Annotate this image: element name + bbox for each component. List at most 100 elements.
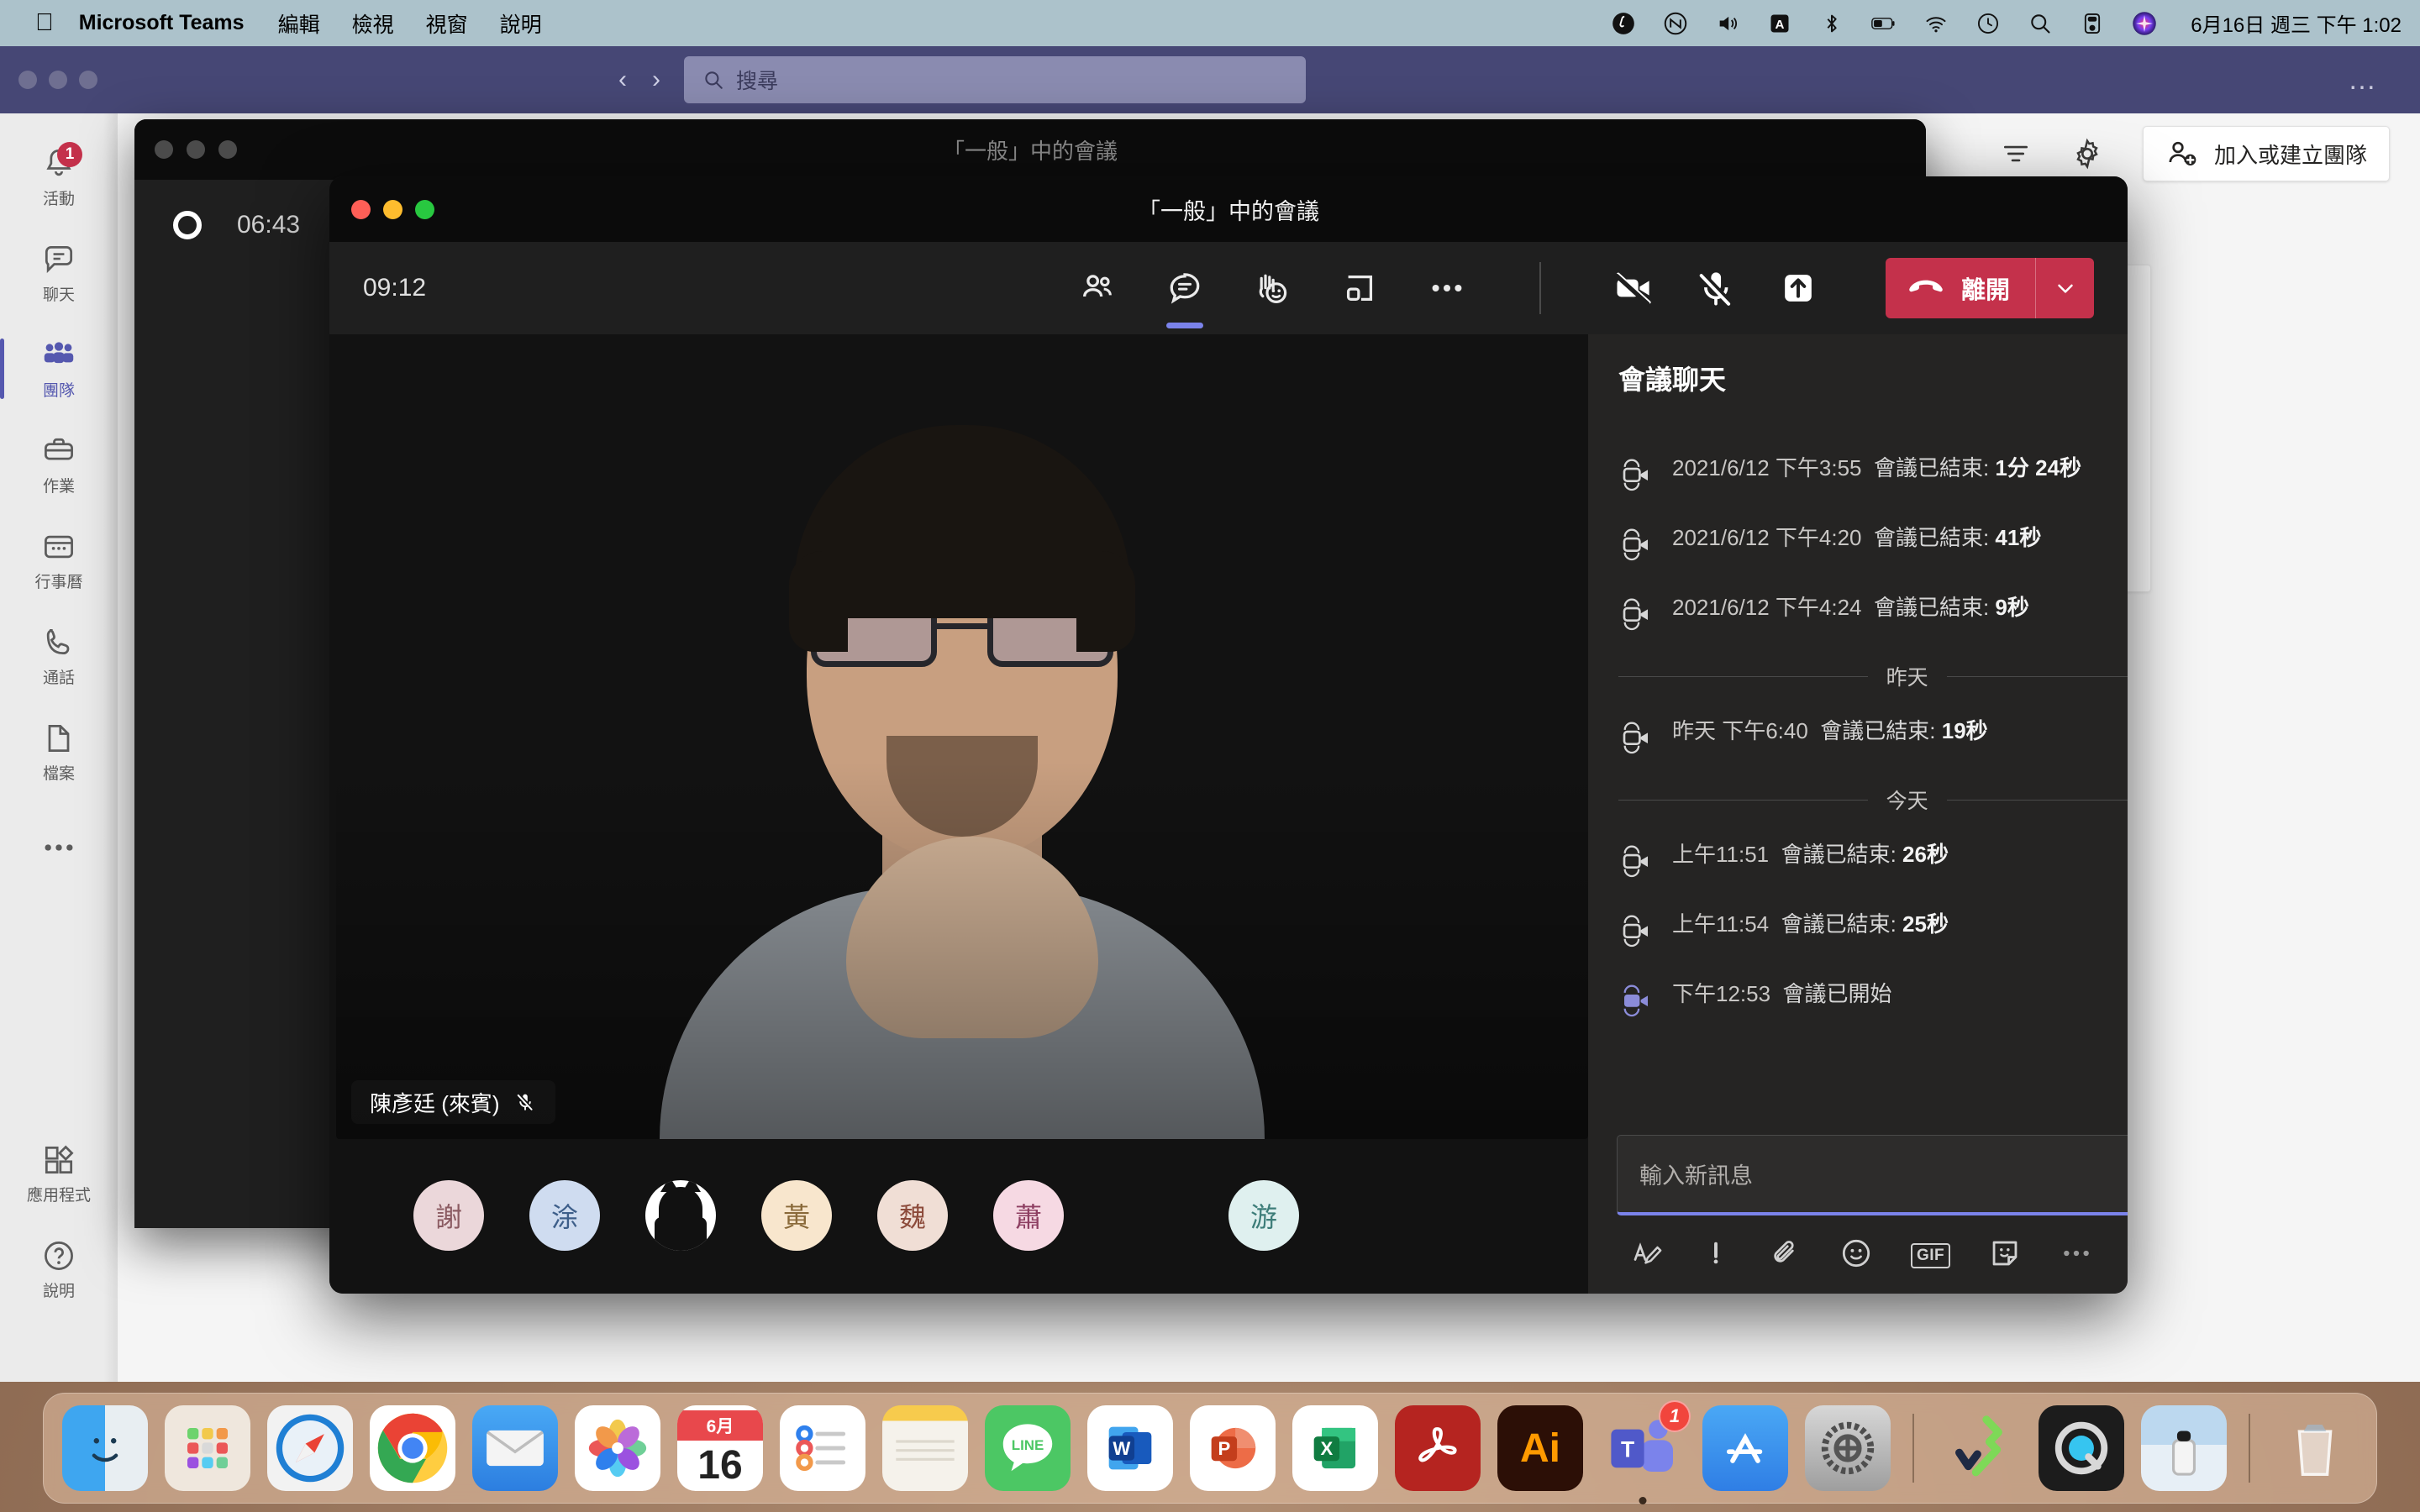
dock-item-trash[interactable] — [2272, 1405, 2358, 1491]
sidebar-label-apps: 應用程式 — [26, 1187, 91, 1205]
teams-dock-badge: 1 — [1659, 1400, 1691, 1432]
wifi-icon[interactable] — [1923, 11, 1949, 36]
breakout-rooms-button[interactable] — [1336, 265, 1383, 312]
roster-avatar[interactable]: 涂 — [529, 1180, 600, 1251]
show-participants-button[interactable] — [1074, 265, 1121, 312]
time-machine-icon[interactable] — [1975, 11, 2001, 36]
evernote-icon[interactable] — [1611, 11, 1636, 36]
composer-more-icon[interactable] — [2060, 1247, 2093, 1263]
more-actions-button[interactable] — [1423, 265, 1470, 312]
dock-item-appstore[interactable] — [1702, 1405, 1788, 1491]
input-source-icon[interactable]: A — [1767, 11, 1792, 36]
volume-icon[interactable] — [1715, 11, 1740, 36]
attach-icon[interactable] — [1768, 1236, 1802, 1274]
sidebar-item-apps[interactable]: 應用程式 — [0, 1131, 118, 1215]
apple-logo-icon[interactable]:  — [35, 11, 54, 35]
emoji-icon[interactable] — [1839, 1236, 1874, 1275]
sticker-icon[interactable] — [1987, 1236, 2023, 1275]
teams-window-traffic-lights[interactable] — [18, 71, 97, 89]
leave-options-button[interactable] — [2035, 258, 2094, 318]
dock-item-powerpoint[interactable]: P — [1190, 1405, 1276, 1491]
dock-item-preview[interactable] — [2141, 1405, 2227, 1491]
sidebar-item-files[interactable]: 檔案 — [0, 710, 118, 794]
svg-text:P: P — [1218, 1438, 1230, 1459]
show-chat-button[interactable] — [1161, 265, 1208, 328]
nav-back-icon[interactable]: ‹ — [618, 66, 627, 94]
minimize-button[interactable] — [49, 71, 67, 89]
dock-item-notes[interactable] — [882, 1405, 968, 1491]
dock-item-sketch[interactable] — [1936, 1405, 2022, 1491]
menubar-item-edit[interactable]: 編輯 — [278, 8, 320, 39]
dock-item-safari[interactable] — [267, 1405, 353, 1491]
spotlight-icon[interactable] — [2028, 11, 2053, 36]
important-icon[interactable] — [1701, 1236, 1731, 1274]
maximize-button[interactable] — [79, 71, 97, 89]
search-input[interactable]: 搜尋 — [684, 56, 1306, 103]
sidebar-item-calls[interactable]: 通話 — [0, 614, 118, 698]
menubar-item-view[interactable]: 檢視 — [352, 8, 394, 39]
sidebar-item-assignments[interactable]: 作業 — [0, 423, 118, 507]
roster-avatar[interactable]: 游 — [1228, 1180, 1299, 1251]
dock-item-reminders[interactable] — [780, 1405, 865, 1491]
menubar-item-window[interactable]: 視窗 — [426, 8, 468, 39]
dock-item-system-preferences[interactable] — [1805, 1405, 1891, 1491]
roster-avatar-photo[interactable] — [645, 1180, 716, 1251]
control-center-icon[interactable] — [2080, 11, 2105, 36]
nordvpn-icon[interactable] — [1663, 11, 1688, 36]
dock-item-quicktime[interactable] — [2039, 1405, 2124, 1491]
camera-toggle-button[interactable] — [1610, 265, 1657, 312]
dock-item-chrome[interactable] — [370, 1405, 455, 1491]
dock-item-acrobat[interactable] — [1395, 1405, 1481, 1491]
dock-item-photos[interactable] — [575, 1405, 660, 1491]
sidebar-item-help[interactable]: 說明 — [0, 1227, 118, 1311]
sidebar-item-calendar[interactable]: 行事曆 — [0, 518, 118, 602]
filter-icon[interactable] — [2000, 138, 2032, 170]
share-screen-button[interactable] — [1775, 265, 1822, 312]
dock-item-illustrator[interactable]: Ai — [1497, 1405, 1583, 1491]
join-or-create-team-button[interactable]: 加入或建立團隊 — [2142, 126, 2390, 181]
roster-avatar[interactable]: 謝 — [413, 1180, 484, 1251]
leave-meeting-button[interactable]: 離開 — [1885, 258, 2094, 318]
dock-item-finder[interactable] — [62, 1405, 148, 1491]
dock-item-teams[interactable]: T 1 — [1600, 1400, 1691, 1504]
new-message-input[interactable]: 輸入新訊息 — [1617, 1135, 2128, 1215]
menubar-app-name[interactable]: Microsoft Teams — [79, 11, 245, 35]
roster-avatar[interactable]: 黃 — [761, 1180, 832, 1251]
dock-item-calendar[interactable]: 6月 16 — [677, 1405, 763, 1491]
meeting-titlebar: 「一般」中的會議 — [329, 176, 2128, 242]
menubar-item-help[interactable]: 說明 — [500, 8, 542, 39]
bluetooth-icon[interactable] — [1819, 11, 1844, 36]
sidebar-label-calls: 通話 — [42, 669, 75, 687]
dock-item-launchpad[interactable] — [165, 1405, 250, 1491]
gif-icon[interactable]: GIF — [1911, 1242, 1951, 1268]
dock-item-mail[interactable] — [472, 1405, 558, 1491]
teams-titlebar: ‹ › 搜尋 … — [0, 46, 2420, 113]
format-icon[interactable] — [1630, 1236, 1664, 1274]
reactions-button[interactable] — [1249, 265, 1296, 312]
microphone-toggle-button[interactable] — [1692, 265, 1739, 312]
close-button[interactable] — [18, 71, 37, 89]
chat-message: 2021/6/12 下午4:24 會議已結束: 9秒 — [1618, 591, 2128, 636]
dock-item-word[interactable]: W — [1087, 1405, 1173, 1491]
sidebar-item-more[interactable] — [0, 806, 118, 890]
dock-item-excel[interactable]: X — [1292, 1405, 1378, 1491]
siri-icon[interactable] — [2132, 11, 2157, 36]
menubar-clock[interactable]: 6月16日 週三 下午 1:02 — [2191, 8, 2402, 38]
roster-avatar[interactable]: 蕭 — [993, 1180, 1064, 1251]
sidebar-item-chat[interactable]: 聊天 — [0, 231, 118, 315]
battery-icon[interactable] — [1871, 11, 1897, 36]
meeting-window[interactable]: 「一般」中的會議 09:12 離開 陳彥廷 (來賓) 謝 涂 黃 魏 蕭 游 會… — [329, 176, 2128, 1294]
teams-window-overflow-button[interactable]: … — [2348, 64, 2378, 97]
nav-forward-icon[interactable]: › — [652, 66, 660, 94]
sidebar-item-activity[interactable]: 1 活動 — [0, 135, 118, 219]
dock-item-line[interactable]: LINE — [985, 1405, 1071, 1491]
sidebar-item-teams[interactable]: 團隊 — [0, 327, 118, 411]
participant-video-tile[interactable]: 陳彥廷 (來賓) — [336, 353, 1588, 1139]
svg-text:X: X — [1320, 1438, 1333, 1459]
gear-icon[interactable] — [2070, 137, 2104, 171]
roster-avatar[interactable]: 魏 — [877, 1180, 948, 1251]
leave-meeting-main[interactable]: 離開 — [1886, 258, 2035, 318]
chat-message: 下午12:53 會議已開始 — [1618, 978, 2128, 1022]
teams-nav-arrows[interactable]: ‹ › — [618, 66, 660, 94]
chat-message-duration: 41秒 — [1995, 525, 2042, 550]
